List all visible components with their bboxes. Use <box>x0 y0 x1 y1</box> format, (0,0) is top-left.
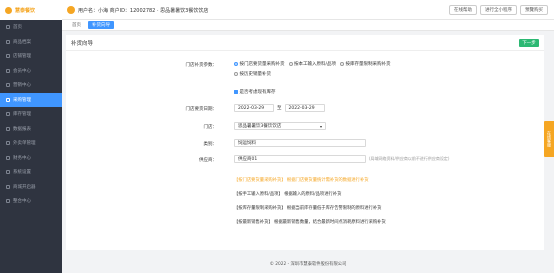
inventory-icon <box>6 112 10 117</box>
radio-label: 按库存量限制采购补货 <box>345 62 391 67</box>
footer: © 2022 - 深圳市慧泰软件股份有限公司 <box>269 262 347 267</box>
tab-home[interactable]: 首页 <box>68 21 85 29</box>
stock-checkbox[interactable]: 是否考虑现有库存 <box>234 89 276 95</box>
param-radio-manual[interactable]: 按本工输入原料/品项 <box>288 61 337 67</box>
sidebar-item-label: 商城开启器 <box>13 184 36 190</box>
mini-program-button[interactable]: 进行全小程序 <box>480 5 517 15</box>
store-select-row: 思品暑暑饮3餐饮饮店 ▾ <box>234 122 326 130</box>
date-range: 2022-03-29 至 2022-03-29 <box>234 104 325 112</box>
mall-icon <box>6 184 10 189</box>
logo-icon <box>5 6 12 14</box>
supplier-row: 供应商01 (局域网络资料/供应商以前不进行供应商设定) <box>234 155 449 163</box>
param-radio-store-demand[interactable]: 按门店要货量采购补货 <box>234 61 285 67</box>
date-label: 门店要货日期： <box>185 107 218 112</box>
sidebar-item-label: 采购管理 <box>13 97 31 103</box>
finance-icon <box>6 155 10 160</box>
cart-icon <box>6 97 10 102</box>
sidebar-item-label: 数据报表 <box>13 126 31 132</box>
supplier-hint: (局域网络资料/供应商以前不进行供应商设定) <box>369 156 450 161</box>
radio-label: 按本工输入原料/品项 <box>294 62 337 67</box>
category-label: 类别： <box>203 142 218 147</box>
next-button[interactable]: 下一步 <box>519 39 539 47</box>
integration-icon <box>6 199 10 204</box>
category-row: 饲运饲料 <box>234 139 366 147</box>
note-history: 【按最新销售补货】 根据最新销售数量，结合最新时间点消耗原料进行采购补货 <box>234 220 386 225</box>
online-service-tab[interactable]: 在线客服 <box>544 121 554 157</box>
note-manual: 【按手工输入原料/品项】 根据输入的原料/品项进行补货 <box>234 192 342 197</box>
sidebar-item-mall[interactable]: 商城开启器 <box>0 180 62 195</box>
member-icon <box>6 68 10 73</box>
sidebar-item-label: 会员中心 <box>13 68 31 74</box>
sidebar-item-reports[interactable]: 数据报表 <box>0 122 62 137</box>
replenish-panel: 补货向导 下一步 门店补货参数： 按门店要货量采购补货 按本工输入原料/品项 按… <box>66 35 544 250</box>
radio-label: 按历史销量补货 <box>239 72 272 77</box>
store-select[interactable]: 思品暑暑饮3餐饮饮店 ▾ <box>234 122 326 130</box>
checkbox-checked-icon <box>234 90 238 94</box>
sidebar-item-marketing[interactable]: 营销中心 <box>0 78 62 93</box>
radio-dot-icon <box>288 62 293 66</box>
sidebar-item-inventory[interactable]: 库存管理 <box>0 107 62 122</box>
purchase-button[interactable]: 預覽购买 <box>520 5 548 15</box>
sidebar-item-purchase[interactable]: 采购管理 <box>0 92 62 107</box>
sidebar-item-members[interactable]: 会员中心 <box>0 64 62 79</box>
top-actions: 在线帮助 进行全小程序 預覽购买 <box>449 5 548 15</box>
divider <box>66 50 544 51</box>
sidebar-item-products[interactable]: 商品档案 <box>0 35 62 50</box>
supplier-input[interactable]: 供应商01 <box>234 155 366 163</box>
product-icon <box>6 39 10 44</box>
sidebar: 首页 商品档案 店铺管理 会员中心 营销中心 采购管理 库存管理 数据报表 外卖… <box>0 20 62 273</box>
checkbox-label: 是否考虑现有库存 <box>239 90 276 95</box>
param-radio-history[interactable]: 按历史销量补货 <box>234 71 271 77</box>
takeout-icon <box>6 141 10 146</box>
sidebar-item-label: 系统设置 <box>13 170 31 176</box>
page-title: 补货向导 <box>71 41 94 47</box>
tab-replenish-wizard[interactable]: 补货向导 <box>88 21 114 29</box>
user-info-text: 用户名：小海 商户ID：12002782 · 思品暑暑饮3餐饮饮店 <box>78 7 209 14</box>
report-icon <box>6 126 10 131</box>
radio-dot-icon <box>340 62 345 66</box>
sidebar-item-label: 外卖单管理 <box>13 141 36 147</box>
gear-icon <box>6 170 10 175</box>
param-label: 门店补货参数： <box>185 63 218 68</box>
supplier-label: 供应商： <box>199 158 217 163</box>
sidebar-item-label: 整合中心 <box>13 199 31 205</box>
sidebar-item-takeout[interactable]: 外卖单管理 <box>0 136 62 151</box>
sidebar-item-label: 库存管理 <box>13 112 31 118</box>
category-input[interactable]: 饲运饲料 <box>234 139 366 147</box>
sidebar-item-store[interactable]: 店铺管理 <box>0 49 62 64</box>
sidebar-item-settings[interactable]: 系统设置 <box>0 165 62 180</box>
param-radio-group-2: 按历史销量补货 <box>234 71 275 77</box>
tab-bar: 首页 补货向导 <box>62 20 554 31</box>
marketing-icon <box>6 83 10 88</box>
sidebar-item-finance[interactable]: 财务中心 <box>0 151 62 166</box>
param-radio-stock-limit[interactable]: 按库存量限制采购补货 <box>340 61 391 67</box>
store-select-value: 思品暑暑饮3餐饮饮店 <box>238 124 282 129</box>
logo[interactable]: 慧泰餐饮 <box>0 0 62 20</box>
avatar <box>67 6 75 14</box>
sidebar-item-label: 店铺管理 <box>13 54 31 60</box>
sidebar-item-label: 财务中心 <box>13 155 31 161</box>
store-label: 门店： <box>203 125 218 130</box>
sidebar-item-label: 营销中心 <box>13 83 31 89</box>
radio-dot-icon <box>234 72 238 76</box>
param-radio-group: 按门店要货量采购补货 按本工输入原料/品项 按库存量限制采购补货 <box>234 61 395 67</box>
sidebar-item-home[interactable]: 首页 <box>0 20 62 35</box>
note-store-demand: 【按门店要货量采购补货】 根据门店要货量统计需补货的数据进行补货 <box>234 178 369 183</box>
logo-text: 慧泰餐饮 <box>15 7 36 14</box>
sidebar-item-label: 首页 <box>13 25 22 31</box>
sidebar-item-integration[interactable]: 整合中心 <box>0 194 62 209</box>
date-to-input[interactable]: 2022-03-29 <box>284 104 325 112</box>
user-info[interactable]: 用户名：小海 商户ID：12002782 · 思品暑暑饮3餐饮饮店 <box>67 0 208 20</box>
radio-dot-icon <box>234 62 238 66</box>
chevron-down-icon: ▾ <box>319 123 322 129</box>
top-bar: 慧泰餐饮 用户名：小海 商户ID：12002782 · 思品暑暑饮3餐饮饮店 在… <box>0 0 554 20</box>
date-from-input[interactable]: 2022-03-29 <box>234 104 274 112</box>
note-stock-limit: 【按库存量限制采购补货】 根据当前库存量低于库存告警限制的原料进行补货 <box>234 206 382 211</box>
store-icon <box>6 54 10 59</box>
date-separator: 至 <box>277 106 282 111</box>
home-icon <box>6 25 10 30</box>
help-button[interactable]: 在线帮助 <box>449 5 477 15</box>
sidebar-item-label: 商品档案 <box>13 39 31 45</box>
radio-label: 按门店要货量采购补货 <box>239 62 285 67</box>
